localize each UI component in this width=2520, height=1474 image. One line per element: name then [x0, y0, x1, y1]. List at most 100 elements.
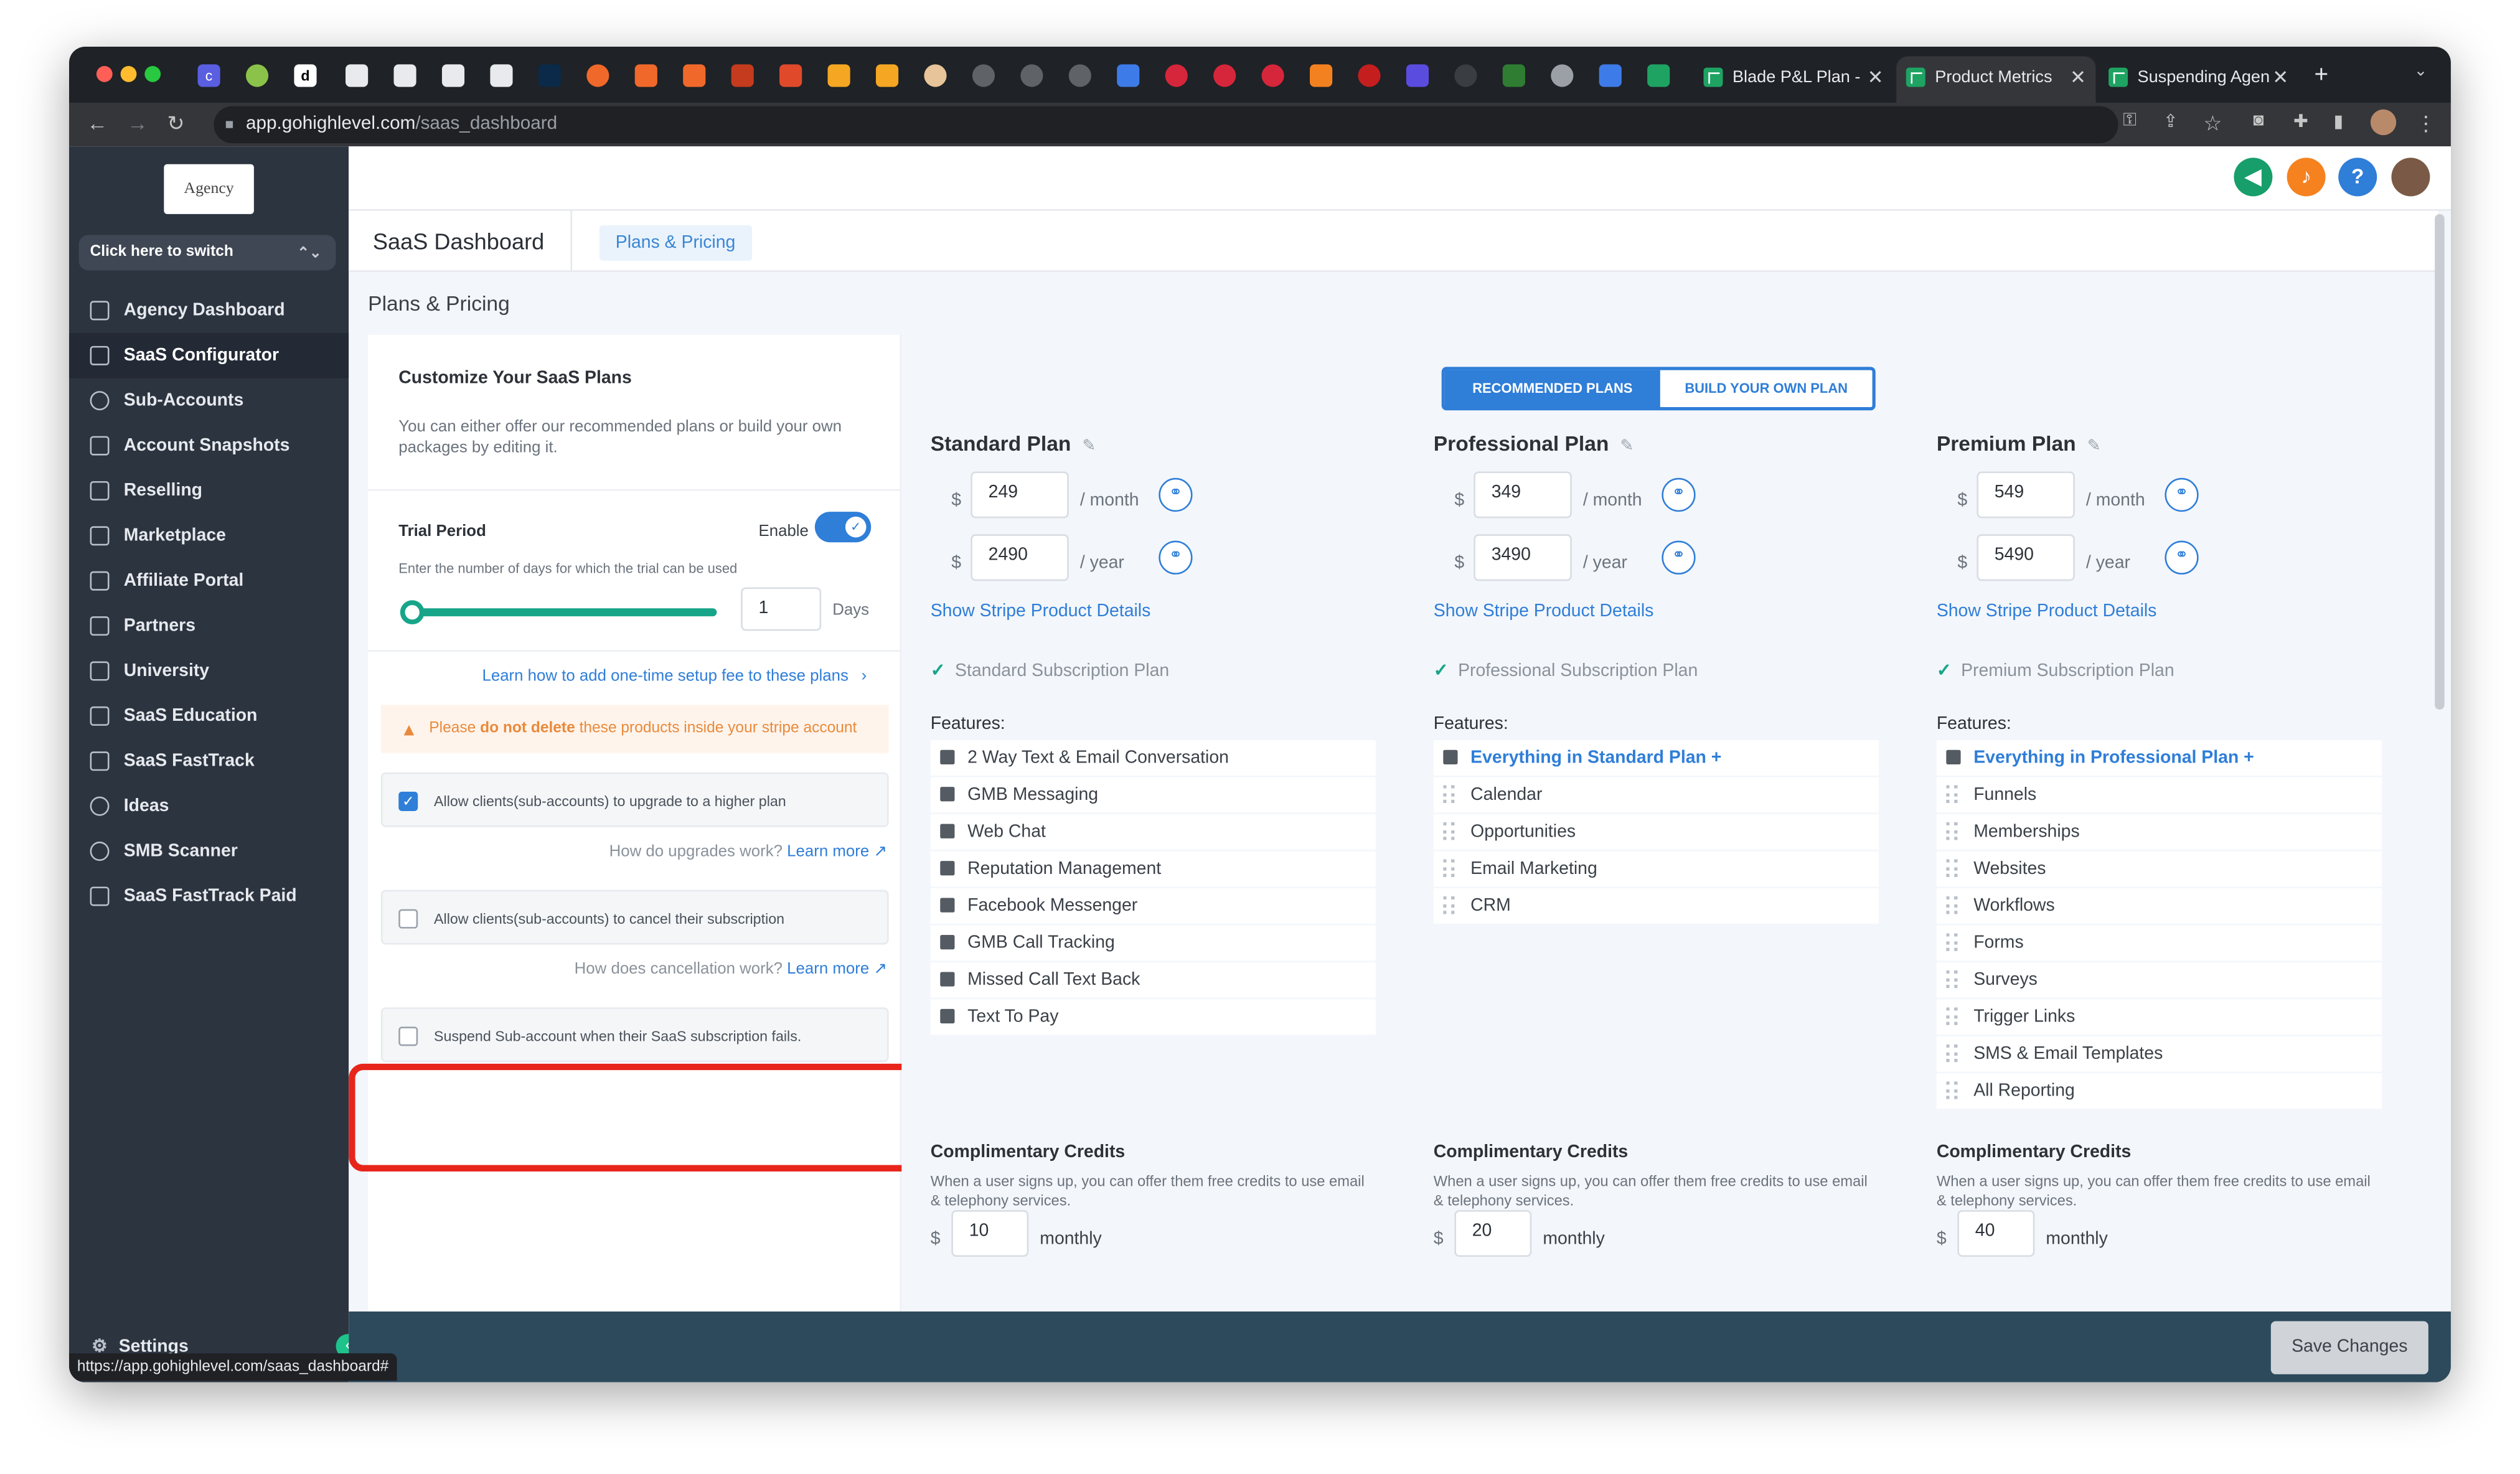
save-changes-button[interactable]: Save Changes	[2270, 1321, 2428, 1374]
monthly-price-input[interactable]: 249	[971, 471, 1069, 519]
drag-handle-icon[interactable]	[1946, 1081, 1958, 1099]
external-link-icon[interactable]: ↗	[873, 843, 887, 861]
tab-plans-pricing[interactable]: Plans & Pricing	[599, 225, 752, 261]
megaphone-icon[interactable]: ◀	[2234, 157, 2273, 197]
sidebar-item-smb-scanner[interactable]: SMB Scanner	[69, 829, 349, 873]
list-item[interactable]: SMS & Email Templates	[1936, 1036, 2382, 1074]
stripe-details-link[interactable]: Show Stripe Product Details	[1434, 602, 1654, 621]
yearly-price-input[interactable]: 2490	[971, 534, 1069, 581]
trial-days-input[interactable]: 1	[741, 587, 822, 631]
share-icon[interactable]: ⇪	[2163, 111, 2178, 132]
drag-handle-icon[interactable]	[1946, 859, 1958, 877]
pinned-tab-icon[interactable]	[1310, 64, 1333, 87]
sidebar-item-agency-dashboard[interactable]: Agency Dashboard	[69, 288, 349, 333]
pinned-tab-icon[interactable]	[634, 64, 657, 87]
suspend-checkbox[interactable]	[398, 1026, 418, 1046]
sidebar-item-ideas[interactable]: Ideas	[69, 784, 349, 829]
pinned-tab-icon[interactable]	[1020, 64, 1043, 87]
bookmark-star-icon[interactable]: ☆	[2203, 111, 2222, 136]
drag-handle-icon[interactable]	[1946, 1007, 1958, 1025]
user-avatar[interactable]	[2391, 157, 2430, 197]
sidebar-item-partners[interactable]: Partners	[69, 603, 349, 648]
link-icon[interactable]: ⚭	[2165, 540, 2199, 575]
pinned-tab-icon[interactable]	[875, 64, 899, 87]
pinned-tab-icon[interactable]	[1261, 64, 1284, 87]
external-link-icon[interactable]: ↗	[873, 960, 887, 978]
list-item[interactable]: Memberships	[1936, 814, 2382, 852]
list-item[interactable]: Funnels	[1936, 777, 2382, 815]
sidebar-item-reselling[interactable]: Reselling	[69, 468, 349, 513]
pinned-tab-icon[interactable]	[346, 64, 369, 87]
drag-handle-icon[interactable]	[1443, 896, 1455, 914]
list-item[interactable]: Email Marketing	[1433, 851, 1879, 889]
url-field[interactable]: ■ app.gohighlevel.com/saas_dashboard	[214, 106, 2118, 144]
maximize-window-button[interactable]	[144, 65, 161, 82]
pinned-tab-icon[interactable]	[1117, 64, 1140, 87]
key-icon[interactable]: ⚿	[2123, 111, 2137, 132]
reload-icon[interactable]: ↻	[167, 111, 184, 136]
list-item[interactable]: Websites	[1936, 851, 2382, 889]
back-icon[interactable]: ←	[87, 111, 108, 135]
menu-kebab-icon[interactable]: ⋮	[2415, 111, 2437, 136]
pinned-tab-icon[interactable]	[490, 64, 513, 87]
pinned-tab-icon[interactable]	[393, 64, 416, 87]
pinned-tab-icon[interactable]	[924, 64, 947, 87]
trial-enable-toggle[interactable]: ✓	[814, 512, 872, 543]
stripe-details-link[interactable]: Show Stripe Product Details	[1937, 602, 2157, 621]
sidebar-item-account-snapshots[interactable]: Account Snapshots	[69, 423, 349, 468]
tab-suspending-agency[interactable]: Suspending Agen ✕	[2099, 56, 2298, 103]
link-icon[interactable]: ⚭	[1159, 477, 1193, 512]
list-item[interactable]: Forms	[1936, 925, 2382, 962]
suspend-option[interactable]: Suspend Sub-account when their SaaS subs…	[380, 1007, 889, 1063]
list-item[interactable]: Calendar	[1433, 777, 1879, 815]
pinned-tab-icon[interactable]	[972, 64, 995, 87]
list-item[interactable]: Opportunities	[1433, 814, 1879, 852]
setup-fee-link[interactable]: Learn how to add one-time setup fee to t…	[482, 668, 867, 685]
list-item[interactable]: Workflows	[1936, 888, 2382, 926]
pinned-tab-icon[interactable]	[1551, 64, 1574, 87]
link-icon[interactable]: ⚭	[1159, 540, 1193, 575]
pinned-tab-icon[interactable]: d	[294, 64, 317, 87]
pinned-tab-icon[interactable]	[1358, 64, 1381, 87]
account-switcher[interactable]: Click here to switch ⌃⌄	[78, 235, 336, 271]
monthly-price-input[interactable]: 549	[1977, 471, 2075, 519]
yearly-price-input[interactable]: 3490	[1474, 534, 1572, 581]
monthly-price-input[interactable]: 349	[1474, 471, 1572, 519]
close-tab-icon[interactable]: ✕	[2272, 56, 2288, 98]
upgrade-option[interactable]: ✓ Allow clients(sub-accounts) to upgrade …	[380, 772, 889, 827]
scrollbar[interactable]	[2435, 214, 2445, 710]
sidebar-item-university[interactable]: University	[69, 649, 349, 693]
pinned-tab-icon[interactable]	[245, 64, 269, 87]
pinned-tab-icon[interactable]	[1454, 64, 1477, 87]
extensions-icon[interactable]: ✚	[2293, 111, 2308, 132]
drag-handle-icon[interactable]	[1946, 896, 1958, 914]
pinned-tab-icon[interactable]	[683, 64, 706, 87]
sidebar-item-saas-fasttrack[interactable]: SaaS FastTrack	[69, 739, 349, 784]
camera-extension-icon[interactable]: ◙	[2253, 111, 2264, 130]
sidebar-item-sub-accounts[interactable]: Sub-Accounts	[69, 378, 349, 423]
pinned-tab-icon[interactable]	[1068, 64, 1091, 87]
pinned-tab-icon[interactable]	[731, 64, 754, 87]
pinned-tab-icon[interactable]	[1213, 64, 1236, 87]
sidebar-item-saas-fasttrack-paid[interactable]: SaaS FastTrack Paid	[69, 874, 349, 919]
learn-more-link[interactable]: Learn more	[787, 960, 869, 978]
pinned-tab-icon[interactable]	[586, 64, 609, 87]
forward-icon[interactable]: →	[127, 111, 148, 135]
upgrade-checkbox[interactable]: ✓	[398, 791, 418, 811]
tab-blade-plan[interactable]: Blade P&L Plan - ✕	[1694, 56, 1893, 103]
drag-handle-icon[interactable]	[1946, 970, 1958, 988]
pinned-tab-icon[interactable]	[779, 64, 802, 87]
help-icon[interactable]: ?	[2338, 157, 2377, 197]
pinned-tab-icon[interactable]	[1502, 64, 1525, 87]
side-panel-icon[interactable]: ▮	[2333, 111, 2343, 132]
close-tab-icon[interactable]: ✕	[2070, 56, 2086, 98]
slider-handle[interactable]	[400, 600, 425, 625]
learn-more-link[interactable]: Learn more	[787, 843, 869, 861]
credits-input[interactable]: 40	[1957, 1210, 2035, 1257]
minimize-window-button[interactable]	[120, 65, 137, 82]
drag-handle-icon[interactable]	[1946, 1044, 1958, 1063]
close-window-button[interactable]	[96, 65, 113, 82]
pinned-tab-icon[interactable]	[827, 64, 850, 87]
new-tab-button[interactable]: +	[2315, 61, 2329, 88]
pinned-tab-icon[interactable]: c	[197, 64, 220, 87]
